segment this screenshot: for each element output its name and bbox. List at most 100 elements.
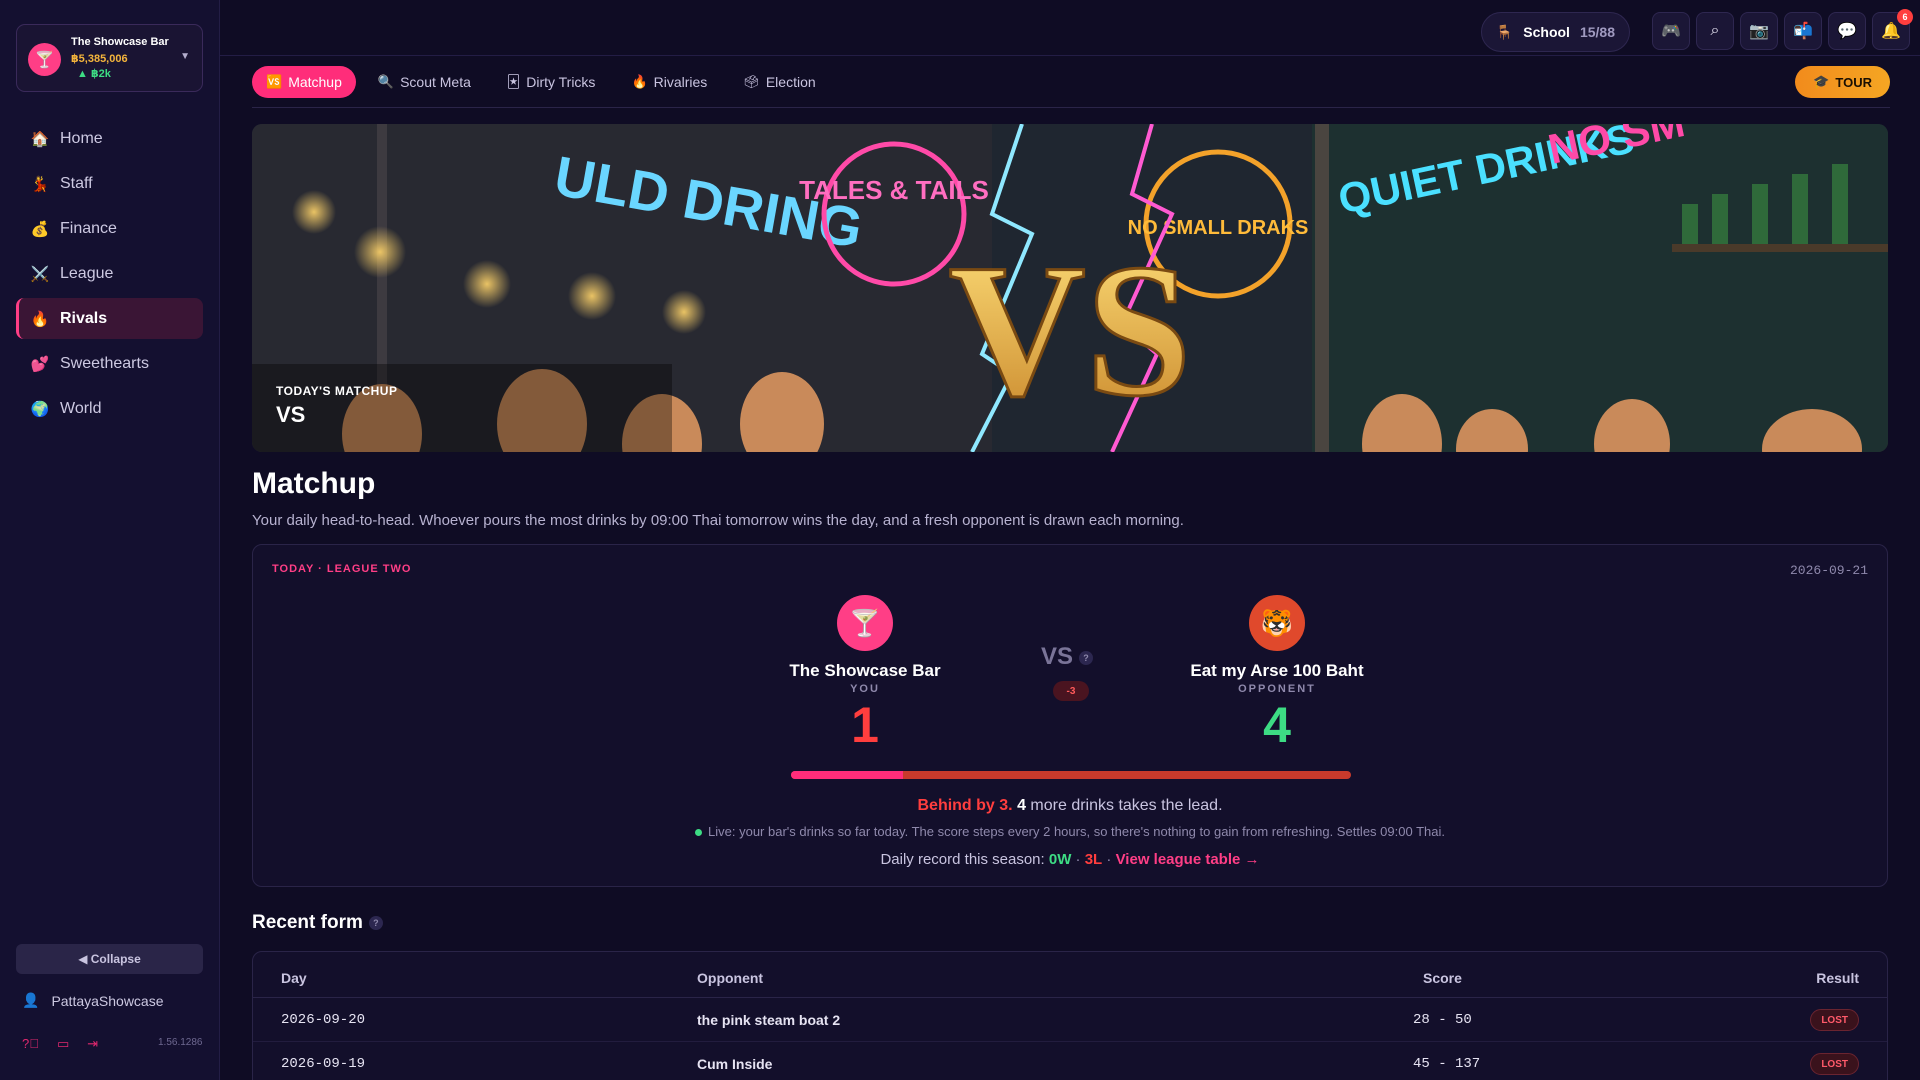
fire-icon: 🔥 xyxy=(631,74,648,89)
score-difference-badge: -3 xyxy=(1053,681,1089,701)
live-note: Live: your bar's drinks so far today. Th… xyxy=(253,824,1887,839)
fire-icon: 🔥 xyxy=(30,310,50,328)
row-score: 45 - 137 xyxy=(1413,1056,1481,1072)
venue-logo-icon: 🍸 xyxy=(28,43,61,76)
table-header: Day Opponent Score Result xyxy=(253,952,1887,998)
tab-rivalries[interactable]: 🔥 Rivalries xyxy=(617,66,721,98)
sidebar-item-label: Staff xyxy=(60,174,93,192)
tab-matchup[interactable]: 🆚 Matchup xyxy=(252,66,356,98)
tour-button[interactable]: 🎓 TOUR xyxy=(1795,66,1890,98)
tab-label: Scout Meta xyxy=(400,74,471,90)
sidebar-item-label: League xyxy=(60,264,114,282)
tour-label: TOUR xyxy=(1835,74,1872,90)
tab-scout-meta[interactable]: 🔍 Scout Meta xyxy=(364,66,485,98)
tab-election[interactable]: 🗳 Election xyxy=(729,66,829,98)
sidebar-item-label: Finance xyxy=(60,219,117,237)
camera-icon[interactable]: 📷 xyxy=(1740,12,1778,50)
venue-cash: ฿5,385,006 xyxy=(71,53,128,65)
live-dot-icon xyxy=(695,829,703,837)
row-score: 28 - 50 xyxy=(1413,1012,1472,1028)
app-version: 1.56.1286 xyxy=(158,1037,203,1048)
sidebar-item-home[interactable]: 🏠 Home xyxy=(16,118,203,159)
sidebar-footer-actions: ?⃝ ▭ ⇥ xyxy=(22,1036,116,1052)
page-description: Your daily head-to-head. Whoever pours t… xyxy=(252,512,1184,529)
more-text: more drinks takes the lead. xyxy=(1025,797,1223,814)
column-header-opponent[interactable]: Opponent xyxy=(697,970,763,986)
record-wins: 0W xyxy=(1048,851,1072,868)
cocktail-icon: 🍸 xyxy=(837,595,893,651)
tab-label: Rivalries xyxy=(653,74,708,90)
table-row[interactable]: 2026-09-19 Cum Inside 45 - 137 LOST xyxy=(253,1042,1887,1080)
recent-form-title: Recent form? xyxy=(252,912,383,934)
row-opponent: Cum Inside xyxy=(697,1056,773,1072)
column-header-score[interactable]: Score xyxy=(1423,970,1462,986)
matchup-card: TODAY · LEAGUE TWO 2026-09-21 🍸 The Show… xyxy=(252,544,1888,887)
recent-form-table: Day Opponent Score Result 2026-09-20 the… xyxy=(252,951,1888,1080)
ballot-box-icon: 🗳 xyxy=(743,74,760,89)
tiger-icon: 🐯 xyxy=(1249,595,1305,651)
record-losses: 3L xyxy=(1084,851,1103,868)
score-share-fill xyxy=(791,771,903,779)
sidebar-item-world[interactable]: 🌍 World xyxy=(16,388,203,429)
sidebar-item-label: Home xyxy=(60,129,103,147)
sidebar-item-label: Sweethearts xyxy=(60,354,149,372)
record-label: Daily record this season: xyxy=(880,851,1045,868)
sidebar-item-rivals[interactable]: 🔥 Rivals xyxy=(16,298,203,339)
top-bar-actions: 🎮 ⌕ 📷 📬 💬 🔔 6 xyxy=(1646,9,1913,50)
matchup-hero-banner: ULD DRING TALES & TAILS NO SMALL DRAKS V… xyxy=(252,124,1888,452)
gamepad-icon[interactable]: 🎮 xyxy=(1652,12,1690,50)
dancer-icon: 💃 xyxy=(30,175,50,193)
opponent-bar: 🐯 Eat my Arse 100 Baht OPPONENT 4 xyxy=(1167,595,1387,753)
sidebar-item-finance[interactable]: 💰 Finance xyxy=(16,208,203,249)
school-status[interactable]: 🪑 School 15/88 xyxy=(1480,12,1630,52)
help-icon[interactable]: ?⃝ xyxy=(22,1036,39,1052)
vs-icon: 🆚 xyxy=(266,74,283,89)
result-badge: LOST xyxy=(1810,1053,1859,1075)
venue-cash-change: ▲ ฿2k xyxy=(77,68,111,80)
your-bar-name: The Showcase Bar xyxy=(789,661,941,680)
tab-label: Election xyxy=(765,74,816,90)
help-icon[interactable]: ? xyxy=(1079,650,1094,665)
your-bar-role: YOU xyxy=(850,683,880,695)
season-record: Daily record this season: 0W · 3L · View… xyxy=(880,851,1260,868)
user-profile[interactable]: 👤 PattayaShowcase xyxy=(22,992,164,1009)
row-day: 2026-09-19 xyxy=(281,1056,366,1072)
hero-illustration: ULD DRING TALES & TAILS NO SMALL DRAKS V… xyxy=(252,124,1888,452)
chat-bubble-icon[interactable]: 💬 xyxy=(1828,12,1866,50)
hearts-icon: 💕 xyxy=(30,355,50,373)
chevron-down-icon[interactable]: ▼ xyxy=(180,51,190,62)
lead-status: Behind by 3. 4 more drinks takes the lea… xyxy=(253,797,1887,815)
column-header-day[interactable]: Day xyxy=(281,970,307,986)
logout-icon[interactable]: ⇥ xyxy=(87,1036,98,1052)
collapse-sidebar-button[interactable]: ◀ Collapse xyxy=(16,944,203,974)
versus-label: VS? xyxy=(1041,643,1094,671)
more-count: 4 xyxy=(1017,797,1026,814)
score-share-bar xyxy=(791,771,1351,779)
card-icon: 🃏 xyxy=(506,74,521,89)
column-header-result[interactable]: Result xyxy=(1816,970,1859,986)
tab-dirty-tricks[interactable]: 🃏 Dirty Tricks xyxy=(493,66,610,98)
vs-emblem: VS xyxy=(949,226,1192,436)
chat-icon[interactable]: ▭ xyxy=(57,1036,69,1052)
view-league-table-link[interactable]: View league table → xyxy=(1116,851,1260,868)
bell-icon[interactable]: 🔔 6 xyxy=(1872,9,1913,50)
recent-form-label: Recent form xyxy=(252,912,363,933)
tab-label: Matchup xyxy=(288,74,342,90)
matchup-kicker: TODAY · LEAGUE TWO xyxy=(272,563,412,575)
venue-switcher[interactable]: 🍸 The Showcase Bar ฿5,385,006 ▲ ฿2k ▼ xyxy=(16,24,203,92)
live-text: Live: your bar's drinks so far today. Th… xyxy=(708,824,1445,839)
versus-text: VS xyxy=(1041,643,1074,670)
table-row[interactable]: 2026-09-20 the pink steam boat 2 28 - 50… xyxy=(253,998,1887,1042)
home-icon: 🏠 xyxy=(30,130,50,148)
row-day: 2026-09-20 xyxy=(281,1012,366,1028)
hero-kicker: TODAY'S MATCHUP xyxy=(276,384,398,398)
sidebar-item-sweethearts[interactable]: 💕 Sweethearts xyxy=(16,343,203,384)
sidebar-item-staff[interactable]: 💃 Staff xyxy=(16,163,203,204)
sidebar-item-label: Rivals xyxy=(60,309,108,327)
help-icon[interactable]: ? xyxy=(368,915,383,930)
username: PattayaShowcase xyxy=(51,992,164,1009)
search-icon[interactable]: ⌕ xyxy=(1696,12,1734,50)
sidebar-item-league[interactable]: ⚔️ League xyxy=(16,253,203,294)
matchup-date: 2026-09-21 xyxy=(1789,563,1868,578)
mailbox-icon[interactable]: 📬 xyxy=(1784,12,1822,50)
